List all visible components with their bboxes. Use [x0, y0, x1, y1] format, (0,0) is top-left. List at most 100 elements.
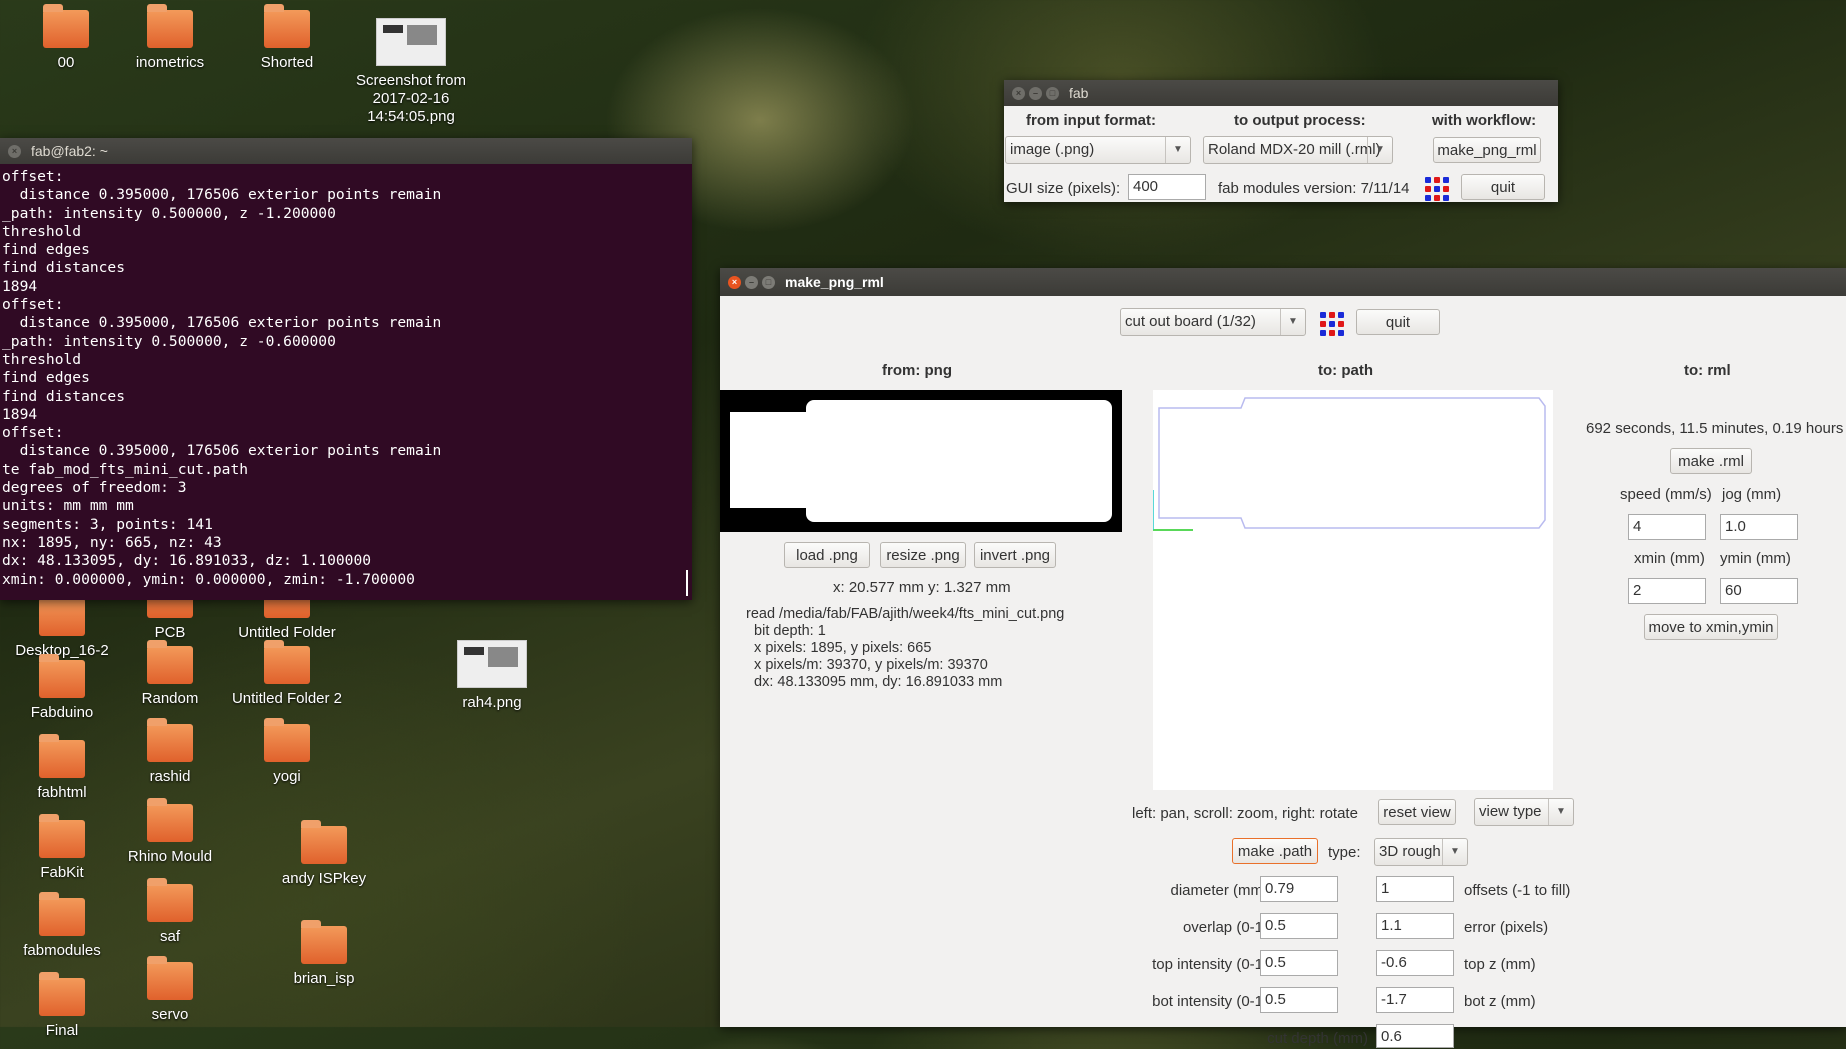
path-outline	[1152, 397, 1546, 531]
desktop-folder[interactable]: fabmodules	[6, 892, 118, 960]
resize-png-button[interactable]: resize .png	[880, 542, 966, 568]
minimize-icon[interactable]: –	[745, 275, 758, 289]
make-png-rml-window: × – □ make_png_rml cut out board (1/32) …	[720, 268, 1846, 1048]
desktop-folder[interactable]: Desktop_16-2	[6, 592, 118, 660]
desktop-folder[interactable]: Fabduino	[6, 654, 118, 722]
desktop-file[interactable]: Screenshot from 2017-02-16 14:54:05.png	[355, 18, 467, 126]
terminal-output[interactable]: offset: distance 0.395000, 176506 exteri…	[0, 164, 692, 600]
desktop-folder[interactable]: Final	[6, 972, 118, 1040]
terminal-line: offset:	[2, 424, 64, 442]
terminal-line: segments: 3, points: 141	[2, 515, 213, 533]
diameter-input[interactable]: 0.79	[1260, 876, 1338, 902]
desktop-folder[interactable]: rashid	[114, 718, 226, 786]
overlap-input[interactable]: 0.5	[1260, 913, 1338, 939]
folder-icon	[39, 654, 85, 698]
ymin-input[interactable]: 60	[1720, 578, 1798, 604]
speed-input[interactable]: 4	[1628, 514, 1706, 540]
desktop-file[interactable]: rah4.png	[436, 640, 548, 712]
desktop-folder[interactable]: servo	[114, 956, 226, 1024]
preset-value: cut out board (1/32)	[1125, 313, 1256, 330]
load-png-button[interactable]: load .png	[784, 542, 870, 568]
top-intensity-input[interactable]: 0.5	[1260, 950, 1338, 976]
desktop-folder[interactable]: Untitled Folder 2	[231, 640, 343, 708]
desktop-folder[interactable]: Random	[114, 640, 226, 708]
desktop-folder[interactable]: saf	[114, 878, 226, 946]
type-select[interactable]: 3D rough ▼	[1374, 838, 1468, 866]
jog-input[interactable]: 1.0	[1720, 514, 1798, 540]
desktop-folder[interactable]: Shorted	[231, 4, 343, 72]
folder-icon	[39, 734, 85, 778]
make-path-button[interactable]: make .path	[1232, 838, 1318, 864]
logo-dot	[1425, 186, 1431, 192]
desktop-folder[interactable]: 00	[10, 4, 122, 72]
workflow-button[interactable]: make_png_rml	[1433, 137, 1541, 163]
close-icon[interactable]: ×	[8, 144, 21, 158]
desktop-icon-label: inometrics	[135, 54, 205, 71]
preset-select[interactable]: cut out board (1/32) ▼	[1120, 308, 1306, 336]
terminal-titlebar[interactable]: × fab@fab2: ~	[0, 138, 692, 164]
close-icon[interactable]: ×	[1012, 86, 1025, 100]
cut-depth-input[interactable]: 0.6	[1376, 1024, 1454, 1048]
fab-logo-icon	[1320, 312, 1344, 336]
to-rml-header: to: rml	[1684, 362, 1731, 379]
fab-quit-button[interactable]: quit	[1461, 174, 1545, 200]
gui-size-input[interactable]: 400	[1128, 174, 1206, 200]
output-process-select[interactable]: Roland MDX-20 mill (.rml) ▼	[1203, 136, 1393, 164]
desktop-folder[interactable]: andy ISPkey	[268, 820, 380, 888]
logo-dot	[1443, 195, 1449, 201]
diameter-label: diameter (mm)	[1170, 882, 1268, 899]
workflow-label: with workflow:	[1432, 112, 1537, 129]
invert-png-button[interactable]: invert .png	[974, 542, 1056, 568]
logo-dot	[1425, 195, 1431, 201]
png-info-line: x pixels: 1895, y pixels: 665	[746, 640, 932, 656]
desktop-folder[interactable]: FabKit	[6, 814, 118, 882]
terminal-line: offset:	[2, 296, 64, 314]
offsets-input[interactable]: 1	[1376, 876, 1454, 902]
terminal-line: find edges	[2, 369, 90, 387]
bot-z-input[interactable]: -1.7	[1376, 987, 1454, 1013]
view-type-select[interactable]: view type ▼	[1474, 798, 1574, 826]
reset-view-button[interactable]: reset view	[1378, 799, 1456, 825]
desktop-folder[interactable]: yogi	[231, 718, 343, 786]
cursor-coords: x: 20.577 mm y: 1.327 mm	[833, 579, 1011, 596]
desktop-icon-label: Untitled Folder	[238, 624, 336, 641]
close-icon[interactable]: ×	[728, 275, 741, 289]
terminal-line: _path: intensity 0.500000, z -0.600000	[2, 332, 336, 350]
terminal-line: xmin: 0.000000, ymin: 0.000000, zmin: -1…	[2, 570, 415, 588]
top-z-input[interactable]: -0.6	[1376, 950, 1454, 976]
jog-label: jog (mm)	[1722, 486, 1782, 503]
fab-logo-icon	[1425, 177, 1449, 201]
make-rml-button[interactable]: make .rml	[1670, 448, 1752, 474]
output-process-value: Roland MDX-20 mill (.rml)	[1208, 141, 1381, 158]
bot-z-label: bot z (mm)	[1464, 993, 1536, 1010]
chevron-down-icon: ▼	[1548, 799, 1573, 825]
move-to-xmin-ymin-button[interactable]: move to xmin,ymin	[1644, 614, 1778, 640]
fab-title: fab	[1069, 85, 1089, 101]
path-preview[interactable]	[1152, 390, 1553, 790]
logo-dot	[1320, 330, 1326, 336]
maximize-icon[interactable]: □	[1046, 86, 1059, 100]
png-preview[interactable]	[720, 390, 1122, 532]
fab-titlebar[interactable]: × – □ fab	[1004, 80, 1558, 106]
terminal-line: distance 0.395000, 176506 exterior point…	[2, 186, 442, 204]
terminal-line: offset:	[2, 168, 64, 185]
desktop-folder[interactable]: brian_isp	[268, 920, 380, 988]
xmin-input[interactable]: 2	[1628, 578, 1706, 604]
input-format-select[interactable]: image (.png) ▼	[1005, 136, 1191, 164]
bot-intensity-input[interactable]: 0.5	[1260, 987, 1338, 1013]
rml-titlebar[interactable]: × – □ make_png_rml	[720, 268, 1846, 296]
chevron-down-icon: ▼	[1280, 309, 1305, 335]
xmin-label: xmin (mm)	[1634, 550, 1705, 567]
desktop-icon-label: Rhino Mould	[127, 848, 213, 865]
desktop-icon-label: fabhtml	[37, 784, 87, 801]
logo-dot	[1329, 330, 1335, 336]
rml-quit-button[interactable]: quit	[1356, 309, 1440, 335]
desktop-folder[interactable]: inometrics	[114, 4, 226, 72]
desktop-icon-label: yogi	[273, 768, 301, 785]
maximize-icon[interactable]: □	[762, 275, 775, 289]
error-input[interactable]: 1.1	[1376, 913, 1454, 939]
folder-icon	[147, 718, 193, 762]
minimize-icon[interactable]: –	[1029, 86, 1042, 100]
desktop-folder[interactable]: fabhtml	[6, 734, 118, 802]
desktop-folder[interactable]: Rhino Mould	[114, 798, 226, 866]
